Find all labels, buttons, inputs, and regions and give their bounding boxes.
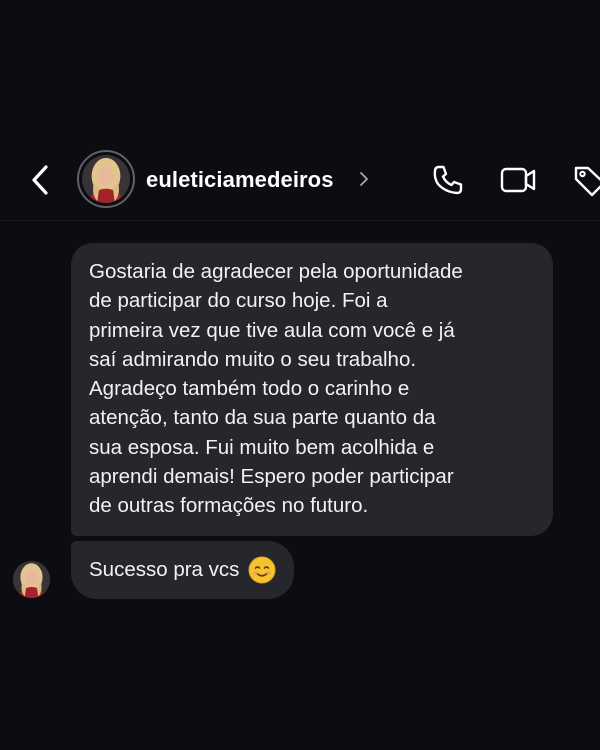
video-call-button[interactable] [498, 160, 538, 200]
tag-button[interactable] [572, 160, 600, 200]
sender-avatar[interactable] [13, 561, 50, 598]
chevron-left-icon [32, 165, 48, 195]
chat-username[interactable]: euleticiamedeiros [146, 167, 334, 193]
chevron-right-icon[interactable] [357, 169, 371, 189]
tag-icon [574, 166, 600, 197]
chat-header: euleticiamedeiros [0, 140, 600, 221]
video-camera-icon [500, 167, 536, 193]
avatar-photo [82, 155, 130, 203]
message-bubble[interactable]: Sucesso pra vcs [71, 541, 295, 599]
back-button[interactable] [26, 162, 56, 198]
voice-call-button[interactable] [428, 160, 468, 200]
message-bubble[interactable]: Gostaria de agradecer pela oportunidade … [71, 243, 553, 536]
avatar-photo [13, 561, 50, 598]
message-text: Sucesso pra vcs [89, 558, 240, 582]
chat-screen: euleticiamedeiros Gostaria de agradecer … [0, 0, 600, 750]
profile-avatar[interactable] [77, 150, 135, 208]
phone-icon [433, 165, 463, 195]
smiling-face-icon [248, 556, 276, 584]
